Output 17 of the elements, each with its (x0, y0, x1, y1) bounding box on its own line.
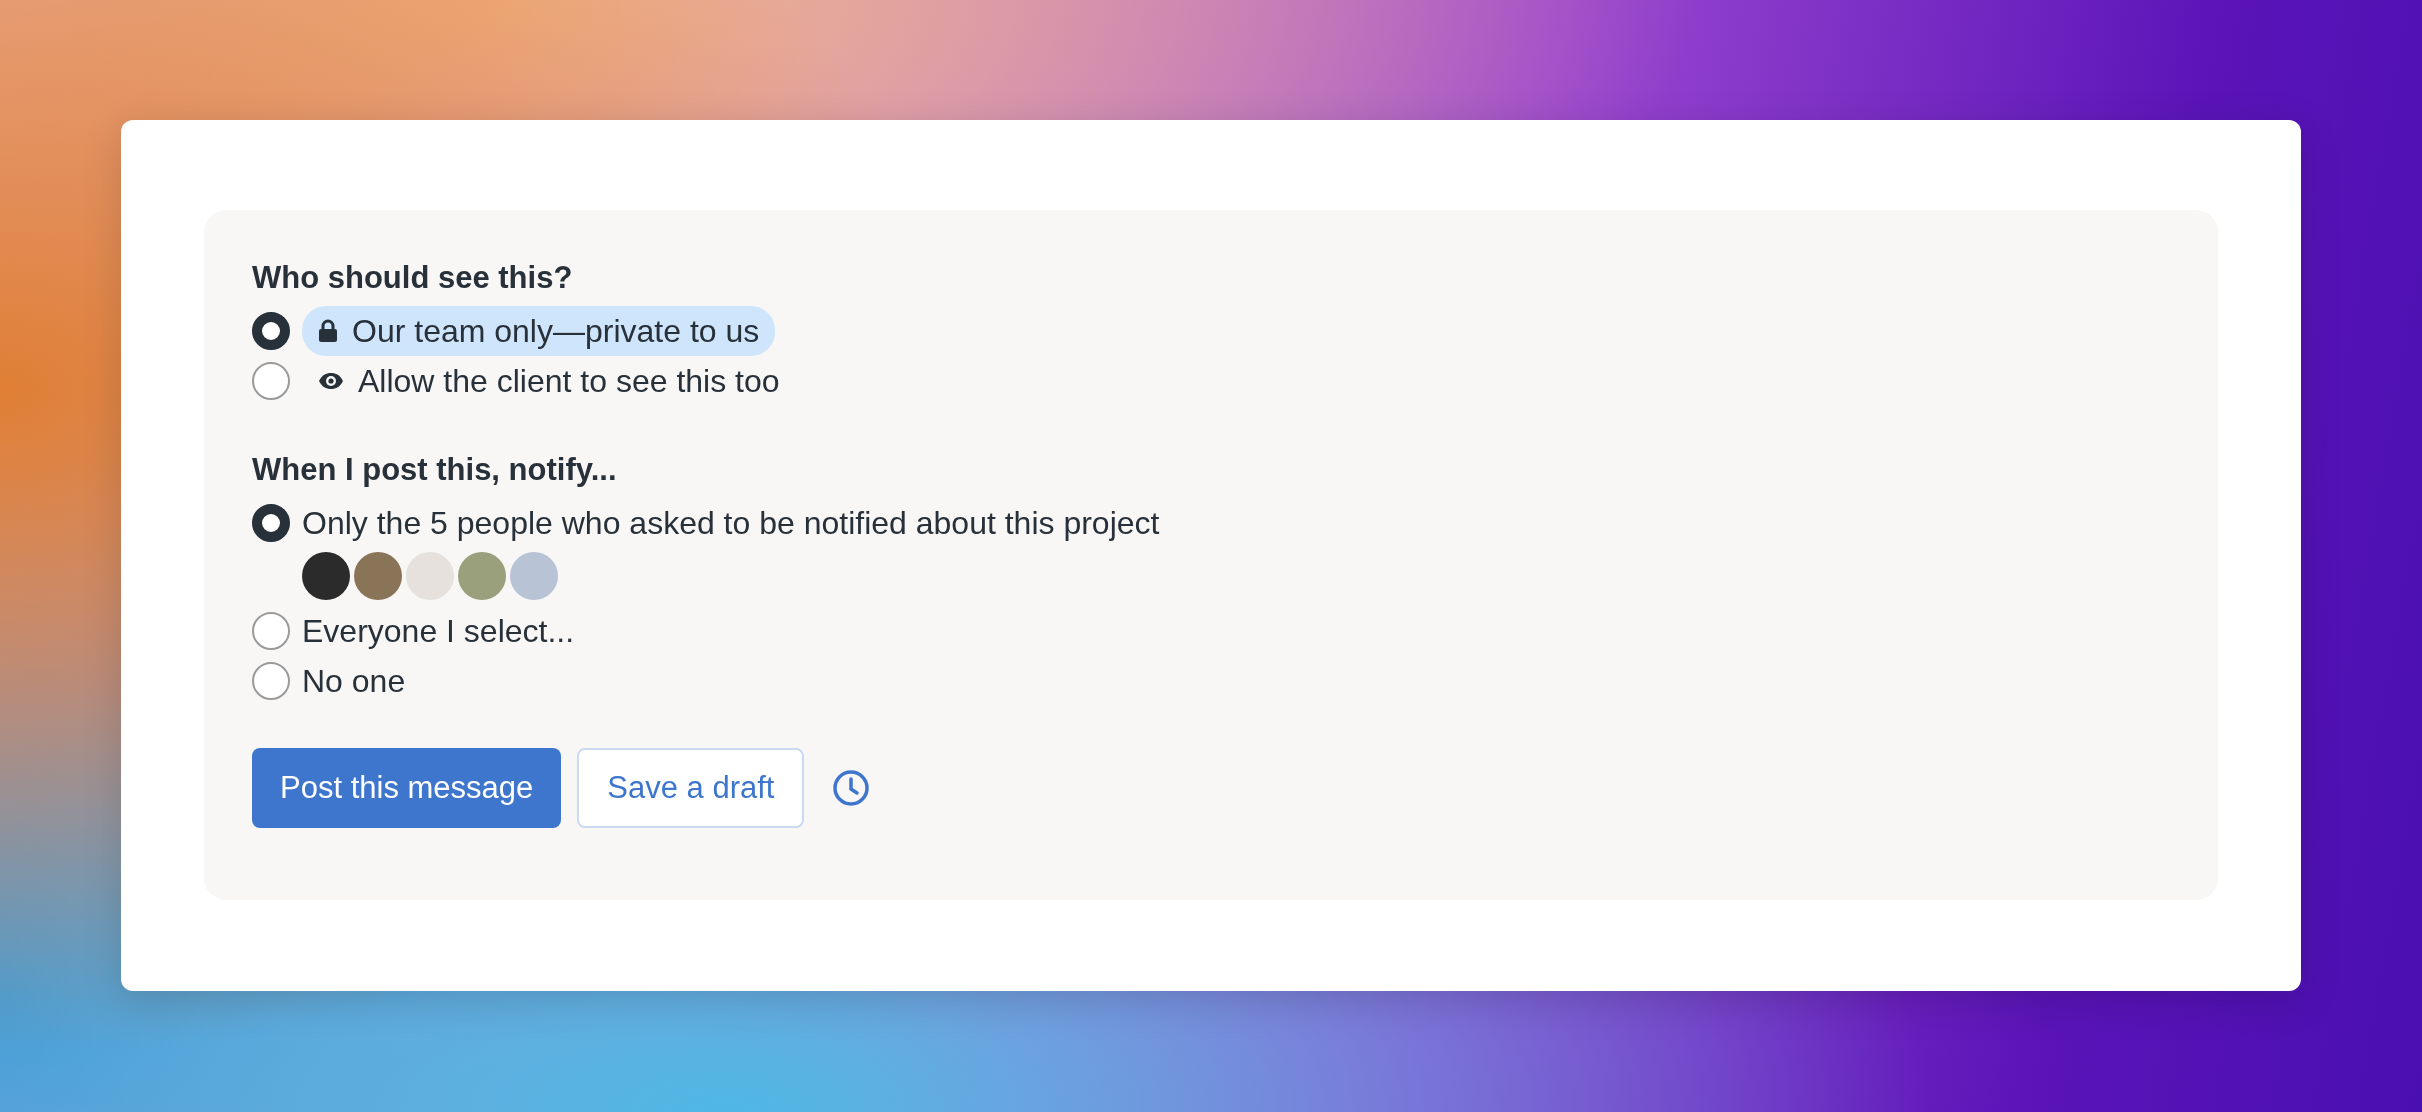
radio-button[interactable] (252, 312, 290, 350)
post-button[interactable]: Post this message (252, 748, 562, 828)
section-heading: Who should see this? (252, 260, 574, 296)
section-heading: When I post this, notify... (252, 452, 618, 488)
clock-icon[interactable] (832, 769, 871, 807)
option-label: No one (302, 661, 406, 701)
save-draft-button[interactable]: Save a draft (577, 748, 805, 828)
radio-button[interactable] (252, 362, 290, 400)
radio-button[interactable] (252, 612, 290, 650)
option-label: Only the 5 people who asked to be notified about this project (302, 503, 1160, 543)
radio-button[interactable] (252, 662, 290, 700)
lock-icon (318, 319, 338, 343)
option-label: Allow the client to see this too (358, 361, 780, 401)
option-label: Everyone I select... (302, 611, 575, 651)
radio-button[interactable] (252, 504, 290, 542)
option-label: Our team only—private to us (352, 311, 760, 351)
eye-icon (318, 372, 344, 390)
